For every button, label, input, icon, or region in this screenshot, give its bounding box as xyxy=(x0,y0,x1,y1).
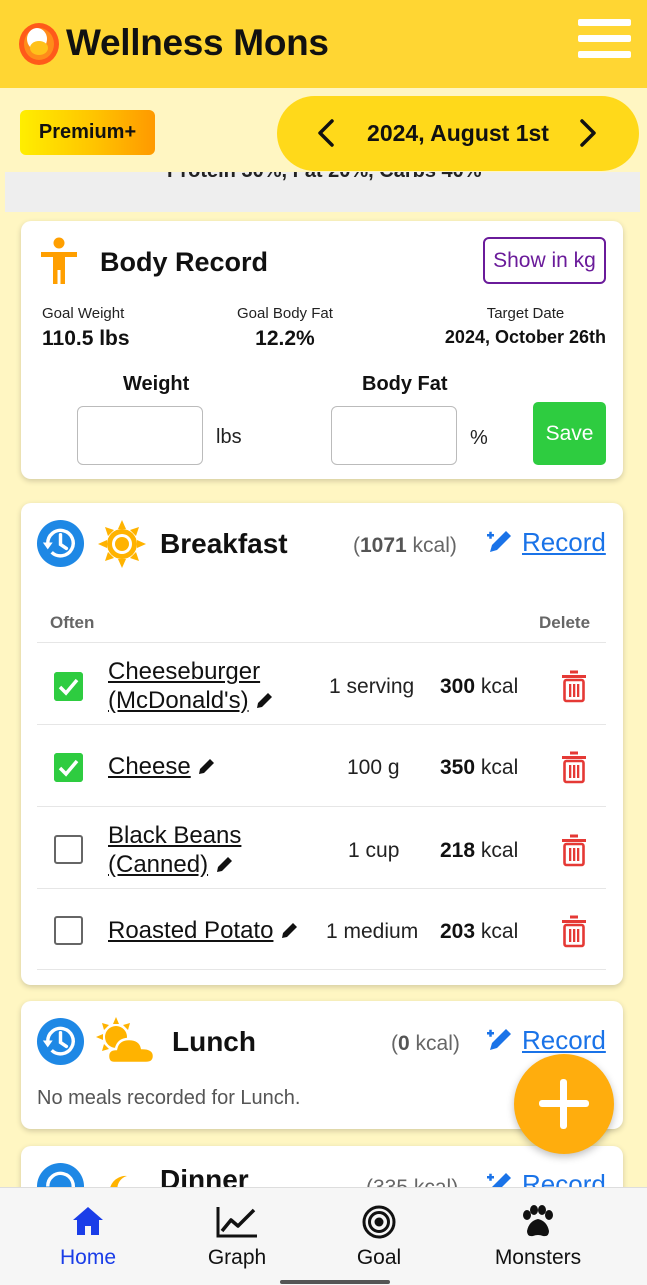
edit-pencil-icon[interactable] xyxy=(197,756,217,776)
target-date-value: 2024, October 26th xyxy=(444,327,606,347)
current-date[interactable]: 2024, August 1st xyxy=(367,120,549,147)
breakfast-header: Breakfast (1071 kcal) Record xyxy=(21,503,623,587)
breakfast-kcal-total: (1071 kcal) xyxy=(353,534,457,557)
weight-label: Weight xyxy=(123,373,190,395)
goal-weight-label: Goal Weight xyxy=(42,305,125,322)
show-in-kg-button[interactable]: Show in kg xyxy=(483,237,606,284)
checkbox-unchecked-icon[interactable] xyxy=(54,835,83,864)
delete-column-header: Delete xyxy=(539,613,591,632)
food-quantity: 1 cup xyxy=(348,839,400,862)
nav-home[interactable]: Home xyxy=(23,1188,153,1285)
chevron-left-icon[interactable] xyxy=(315,118,337,148)
weight-unit: lbs xyxy=(216,426,242,448)
goal-weight: Goal Weight 110.5 lbs xyxy=(42,305,130,351)
trash-icon[interactable] xyxy=(559,750,589,784)
app-header: Wellness Mons xyxy=(0,0,647,88)
food-row: Black Beans (Canned) 1 cup 218 kcal xyxy=(37,806,606,888)
edit-pencil-icon[interactable] xyxy=(215,854,235,874)
nav-monsters[interactable]: Monsters xyxy=(473,1188,603,1285)
home-icon xyxy=(73,1207,103,1235)
food-name-link[interactable]: Black Beans (Canned) xyxy=(108,821,241,879)
often-column-header: Often xyxy=(50,613,95,632)
body-fat-label: Body Fat xyxy=(362,373,448,395)
nav-home-label: Home xyxy=(59,1246,117,1269)
app-logo-icon xyxy=(19,23,59,65)
edit-pen-icon xyxy=(487,531,511,552)
history-icon[interactable] xyxy=(36,1017,85,1066)
food-row: Cheese 100 g 350 kcal xyxy=(37,724,606,806)
breakfast-record-link[interactable]: Record xyxy=(484,526,606,558)
edit-pencil-icon[interactable] xyxy=(280,920,300,940)
checkbox-checked-icon[interactable] xyxy=(54,753,83,782)
person-icon xyxy=(41,237,77,284)
lunch-title: Lunch xyxy=(172,1026,256,1057)
breakfast-card: Breakfast (1071 kcal) Record Often Delet… xyxy=(21,503,623,985)
target-date-label: Target Date xyxy=(486,305,565,322)
nav-goal-label: Goal xyxy=(356,1246,402,1269)
target-icon xyxy=(362,1205,396,1239)
chevron-right-icon[interactable] xyxy=(577,118,599,148)
bottom-navigation: Home Graph Goal Monsters xyxy=(0,1187,647,1285)
food-quantity: 1 medium xyxy=(326,920,419,943)
app-title: Wellness Mons xyxy=(66,22,329,63)
lunch-empty-text: No meals recorded for Lunch. xyxy=(37,1087,301,1109)
food-kcal: 203 kcal xyxy=(440,920,519,943)
premium-badge[interactable]: Premium+ xyxy=(20,110,155,155)
checkbox-unchecked-icon[interactable] xyxy=(54,916,83,945)
macro-summary-strip: Protein 30%, Fat 20%, Carbs 40% xyxy=(5,172,640,212)
sun-cloud-icon xyxy=(96,1017,156,1065)
edit-pencil-icon[interactable] xyxy=(255,690,275,710)
trash-icon[interactable] xyxy=(559,669,589,703)
goal-body-fat-value: 12.2% xyxy=(255,327,315,350)
nav-goal[interactable]: Goal xyxy=(314,1188,444,1285)
breakfast-record-label[interactable]: Record xyxy=(522,527,606,558)
food-kcal: 350 kcal xyxy=(440,756,519,779)
nav-graph-label: Graph xyxy=(207,1246,267,1269)
lunch-record-link[interactable]: Record xyxy=(484,1024,606,1056)
goal-body-fat: Goal Body Fat 12.2% xyxy=(237,305,333,351)
target-date: Target Date 2024, October 26th xyxy=(445,305,606,348)
lunch-kcal-value: 0 xyxy=(398,1032,410,1055)
sun-icon xyxy=(98,520,146,568)
graph-icon xyxy=(216,1207,257,1238)
body-record-title: Body Record xyxy=(100,247,269,277)
food-name-link[interactable]: Cheese xyxy=(108,752,217,781)
breakfast-kcal-value: 1071 xyxy=(360,534,407,557)
checkbox-checked-icon[interactable] xyxy=(54,672,83,701)
body-fat-input[interactable] xyxy=(331,406,457,465)
paw-icon xyxy=(523,1205,553,1237)
trash-icon[interactable] xyxy=(559,914,589,948)
macro-summary-text: Protein 30%, Fat 20%, Carbs 40% xyxy=(167,172,482,183)
food-quantity: 1 serving xyxy=(329,675,415,698)
hamburger-menu-icon[interactable] xyxy=(578,19,631,65)
food-row: Roasted Potato 1 medium 203 kcal xyxy=(37,888,606,970)
food-row: Cheeseburger (McDonald's) 1 serving 300 … xyxy=(37,642,606,724)
nav-graph[interactable]: Graph xyxy=(172,1188,302,1285)
food-name-link[interactable]: Cheeseburger (McDonald's) xyxy=(108,657,275,715)
save-button[interactable]: Save xyxy=(533,402,606,465)
add-fab-button[interactable] xyxy=(514,1054,614,1154)
system-gesture-bar xyxy=(280,1280,390,1284)
history-icon[interactable] xyxy=(36,519,85,568)
food-kcal: 218 kcal xyxy=(440,839,519,862)
weight-input[interactable] xyxy=(77,406,203,465)
body-record-card: Body Record Show in kg Goal Weight 110.5… xyxy=(21,221,623,479)
trash-icon[interactable] xyxy=(559,833,589,867)
food-name-link[interactable]: Roasted Potato xyxy=(108,916,300,945)
breakfast-title: Breakfast xyxy=(160,528,288,559)
nav-monsters-label: Monsters xyxy=(494,1246,582,1269)
goal-weight-value: 110.5 lbs xyxy=(42,327,130,350)
lunch-record-label[interactable]: Record xyxy=(522,1025,606,1056)
date-navigator: 2024, August 1st xyxy=(277,96,639,171)
edit-pen-icon xyxy=(487,1029,511,1050)
body-fat-unit: % xyxy=(470,427,488,449)
food-quantity: 100 g xyxy=(347,756,400,779)
goal-body-fat-label: Goal Body Fat xyxy=(237,305,333,322)
food-kcal: 300 kcal xyxy=(440,675,519,698)
lunch-kcal-total: (0 kcal) xyxy=(391,1032,460,1055)
